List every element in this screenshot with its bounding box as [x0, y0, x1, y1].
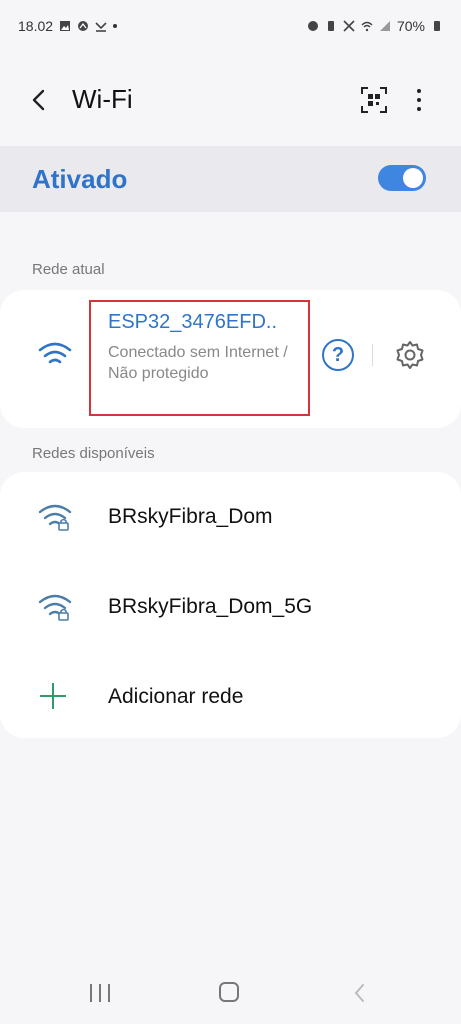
- battery-icon: [434, 21, 440, 31]
- highlight-box: [89, 300, 310, 416]
- add-network-label: Adicionar rede: [108, 685, 244, 708]
- wifi-signal-icon: [38, 342, 72, 364]
- alarm-icon: [307, 21, 318, 31]
- plus-icon: [40, 683, 66, 709]
- available-networks-header: Redes disponíveis: [32, 445, 155, 462]
- more-dot: [417, 107, 421, 111]
- wifi-locked-icon: [38, 504, 72, 531]
- gallery-notification-icon: [60, 21, 71, 31]
- status-left: 18.02: [18, 18, 118, 34]
- recent-bar: [90, 984, 92, 1002]
- wifi-master-toggle-row[interactable]: Ativado: [0, 146, 461, 212]
- vibrate-icon: [327, 21, 334, 31]
- gear-icon[interactable]: [394, 339, 426, 371]
- help-icon[interactable]: ?: [322, 339, 354, 371]
- page-title: Wi-Fi: [72, 84, 133, 114]
- navigation-bar: [0, 964, 461, 1024]
- home-button[interactable]: [219, 982, 239, 1002]
- app-bar: Wi-Fi: [0, 70, 461, 130]
- status-right: 70%: [307, 18, 443, 34]
- toggle-knob: [403, 168, 423, 188]
- network-name: BRskyFibra_Dom_5G: [108, 595, 313, 618]
- missed-call-icon: [95, 22, 107, 32]
- wifi-status-icon: [361, 21, 373, 32]
- chat-notification-icon: [78, 21, 89, 31]
- wifi-toggle-label: Ativado: [32, 164, 128, 194]
- wifi-locked-icon: [38, 594, 72, 621]
- recent-bar: [108, 984, 110, 1002]
- recent-apps-button[interactable]: [90, 984, 110, 1002]
- mute-icon: [343, 20, 355, 32]
- wifi-toggle-switch[interactable]: [378, 165, 426, 191]
- qr-code-icon[interactable]: [360, 86, 388, 114]
- recent-bar: [99, 984, 101, 1002]
- battery-percent: 70%: [396, 18, 425, 34]
- more-options-button[interactable]: [408, 86, 430, 114]
- more-notifications-dot: [113, 24, 118, 28]
- more-dot: [417, 89, 421, 93]
- signal-icon: [379, 21, 390, 31]
- more-dot: [417, 98, 421, 102]
- current-network-header: Rede atual: [32, 261, 105, 278]
- back-button[interactable]: [28, 88, 52, 112]
- back-nav-icon[interactable]: [350, 982, 370, 1004]
- divider: [372, 344, 373, 366]
- network-name: BRskyFibra_Dom: [108, 505, 273, 528]
- status-time: 18.02: [18, 18, 54, 34]
- status-bar: 18.02 70%: [0, 0, 461, 52]
